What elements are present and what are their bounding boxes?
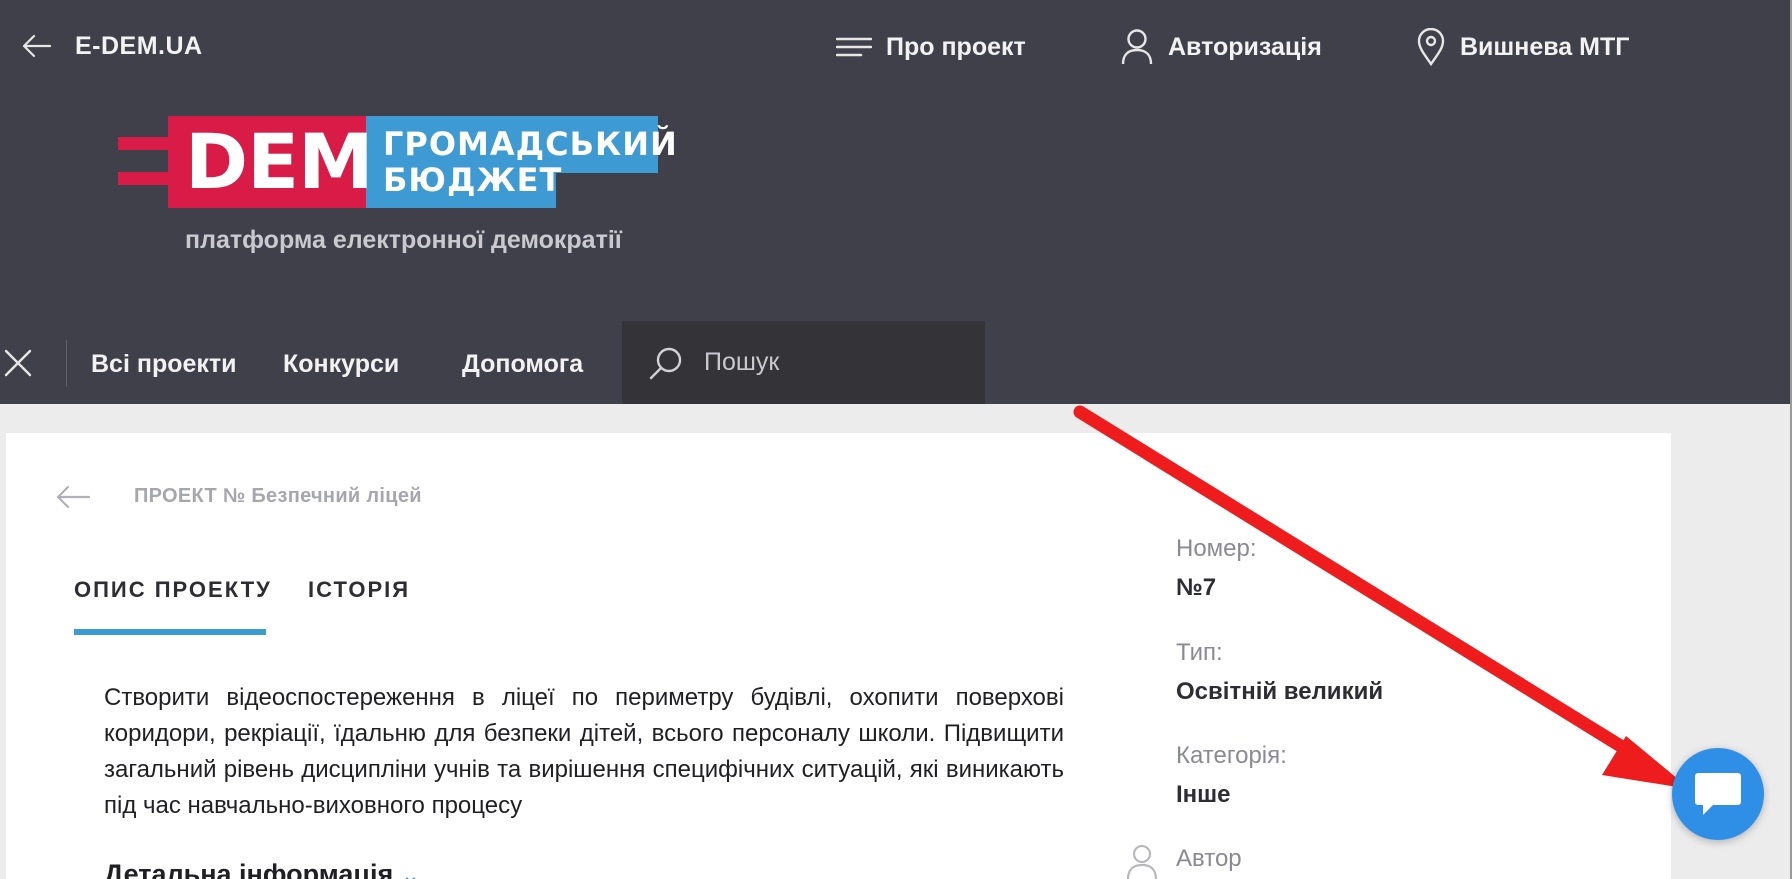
search-icon: [649, 347, 682, 379]
logo-dem-text: DEM: [185, 117, 374, 206]
nav-item-all-projects[interactable]: Всі проекти: [91, 350, 237, 379]
project-description: Створити відеоспостереження в ліцеї по п…: [104, 684, 1064, 819]
login-link[interactable]: Авторизація: [1120, 29, 1322, 65]
chevron-down-icon: ⌄: [401, 863, 420, 879]
number-value: №7: [1176, 574, 1217, 601]
category-label: Категорія:: [1176, 742, 1287, 769]
user-icon: [1121, 29, 1153, 65]
about-project-label: Про проект: [886, 32, 1026, 61]
search-box[interactable]: [622, 321, 985, 404]
active-tab-indicator: [74, 629, 266, 635]
login-label: Авторизація: [1168, 32, 1322, 61]
author-user-icon: [1126, 844, 1158, 879]
nav-item-contests[interactable]: Конкурси: [283, 350, 399, 379]
tagline: платформа електронної демократії: [185, 226, 622, 254]
menu-lines-icon: [836, 37, 872, 57]
logo-stripe: [118, 137, 178, 150]
location-label: Вишнева МТГ: [1460, 32, 1630, 61]
logo-title-line2: БЮДЖЕТ: [383, 161, 563, 199]
chat-bubble-icon: [1695, 773, 1741, 815]
detail-info-toggle[interactable]: Детальна інформація ⌄: [104, 859, 420, 879]
location-pin-icon: [1417, 28, 1445, 66]
number-label: Номер:: [1176, 535, 1257, 562]
site-name-link[interactable]: E-DEM.UA: [75, 32, 203, 61]
back-arrow-icon[interactable]: [20, 30, 52, 62]
about-project-link[interactable]: Про проект: [836, 30, 1026, 64]
type-label: Тип:: [1176, 639, 1223, 666]
tab-history[interactable]: ІСТОРІЯ: [308, 577, 410, 603]
logo-title-line1: ГРОМАДСЬКИЙ: [383, 125, 678, 163]
logo-stripe: [118, 172, 178, 185]
detail-info-label: Детальна інформація: [104, 859, 394, 879]
back-arrow-icon[interactable]: [55, 482, 91, 512]
author-label: Автор: [1176, 845, 1242, 872]
search-input[interactable]: [704, 348, 974, 377]
logo-title: ГРОМАДСЬКИЙ БЮДЖЕТ: [383, 126, 678, 198]
breadcrumb: ПРОЕКТ № Безпечний ліцей: [134, 485, 422, 507]
chat-button[interactable]: [1672, 748, 1764, 840]
nav-item-help[interactable]: Допомога: [462, 350, 583, 379]
edem-logo[interactable]: DEM ГРОМАДСЬКИЙ БЮДЖЕТ: [118, 116, 677, 208]
type-value: Освітній великий: [1176, 678, 1384, 705]
location-link[interactable]: Вишнева МТГ: [1416, 28, 1630, 66]
nav-divider: [66, 340, 67, 387]
category-value: Інше: [1176, 781, 1231, 808]
close-icon[interactable]: [2, 347, 34, 379]
tab-description[interactable]: ОПИС ПРОЕКТУ: [74, 577, 272, 603]
